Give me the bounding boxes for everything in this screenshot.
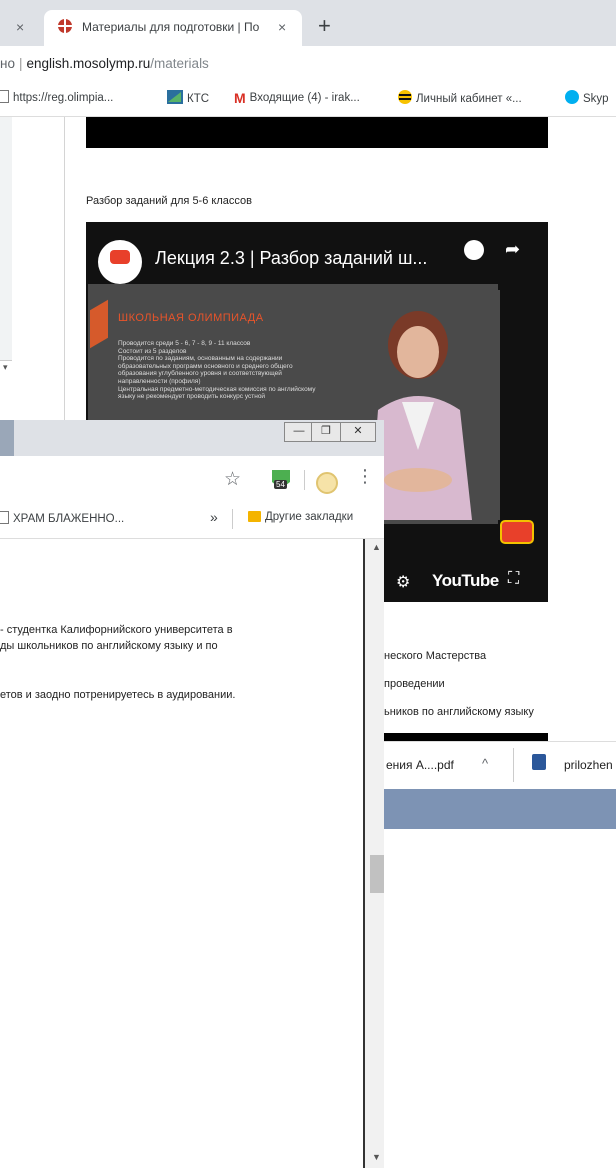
page-text-line: проведении [384, 678, 445, 690]
bookmarks-overflow-button[interactable]: » [210, 509, 218, 525]
toolbar-separator [304, 470, 305, 490]
bookmark-skype[interactable]: Skyp [565, 90, 609, 105]
page-text-line: - студентка Калифорнийского университета… [0, 624, 233, 636]
menu-dots-icon[interactable]: ⋮ [356, 466, 374, 486]
video-title[interactable]: Лекция 2.3 | Разбор заданий ш... [155, 248, 427, 269]
minimize-button[interactable]: — [284, 422, 314, 442]
content-border [64, 117, 65, 427]
next-video-top [384, 733, 548, 741]
scroll-up-icon[interactable]: ▲ [372, 542, 381, 552]
profile-avatar[interactable] [316, 472, 338, 494]
lektorium-watermark-icon [500, 520, 534, 544]
kts-icon [167, 90, 183, 104]
bookmark-khram[interactable]: ХРАМ БЛАЖЕННО... [0, 511, 124, 525]
share-icon[interactable]: ➦ [505, 239, 520, 260]
gmail-icon: M [234, 90, 246, 106]
bookmark-gmail[interactable]: M Входящие (4) - irak... [234, 90, 360, 106]
extension-badge: 54 [274, 480, 287, 489]
lektorium-icon [110, 250, 130, 264]
video-caption: Разбор заданий для 5-6 классов [86, 195, 252, 207]
window-edge [0, 420, 14, 456]
scroll-down-icon[interactable]: ▼ [372, 1152, 381, 1162]
download-separator [513, 748, 514, 782]
slide-line: Состоит из 5 разделов [118, 347, 187, 355]
bookmark-cabinet[interactable]: Личный кабинет «... [398, 90, 522, 105]
fullscreen-icon[interactable]: ⛶ [508, 570, 519, 588]
beeline-icon [398, 90, 412, 104]
download-item-doc[interactable]: prilozhen [564, 758, 613, 772]
security-label: но [0, 56, 15, 71]
bookmark-label: https://reg.olimpia... [13, 92, 114, 104]
uk-flag-favicon-icon [58, 19, 72, 33]
page-text-line: неского Мастерства [384, 650, 487, 662]
slide-line: Центральная предметно-методическая комис… [118, 385, 316, 401]
download-chevron-icon[interactable]: ^ [482, 756, 488, 771]
bookmark-kts[interactable]: КТС [167, 90, 209, 105]
word-doc-icon [532, 754, 546, 770]
slide-line: Проводится по заданиям, основанным на со… [118, 355, 293, 385]
slide-line: Проводится среди 5 - 6, 7 - 8, 9 - 11 кл… [118, 340, 251, 347]
watch-later-icon[interactable] [464, 240, 484, 260]
desktop-taskbar-strip [384, 789, 616, 829]
page-text-line: ды школьников по английскому языку и по [0, 640, 218, 652]
bookmark-label: ХРАМ БЛАЖЕННО... [13, 513, 125, 525]
address-url[interactable]: но | english.mosolymp.ru/materials [0, 56, 209, 71]
download-item-pdf[interactable]: ения А....pdf [386, 758, 454, 772]
new-tab-button[interactable]: + [318, 15, 331, 37]
tab-close-icon[interactable]: × [278, 20, 286, 34]
page-icon [0, 90, 9, 103]
bookmark-separator [232, 509, 233, 529]
bookmark-label: Skyp [583, 93, 609, 105]
slide-heading: ШКОЛЬНАЯ ОЛИМПИАДА [118, 312, 264, 324]
scrollbar-thumb[interactable] [370, 855, 384, 893]
page-text-line: етов и заодно потренируетесь в аудирован… [0, 689, 236, 701]
slide-text: Проводится среди 5 - 6, 7 - 8, 9 - 11 кл… [118, 340, 318, 401]
close-button[interactable]: ✕ [340, 422, 376, 442]
skype-icon [565, 90, 579, 104]
bookmark-reg-olimpia[interactable]: https://reg.olimpia... [0, 90, 113, 104]
tab-title: Материалы для подготовки | По [82, 20, 260, 34]
extension-icon[interactable]: 54 [270, 468, 292, 494]
page-text-line: ьников по английскому языку [384, 706, 534, 718]
left-scroll-arrow[interactable]: ▾ [0, 360, 12, 375]
previous-video-bottom [86, 117, 548, 148]
url-path: /materials [150, 56, 209, 71]
settings-gear-icon[interactable]: ⚙ [396, 572, 410, 592]
bookmark-star-icon[interactable]: ☆ [224, 468, 241, 491]
bookmark-label: Входящие (4) - irak... [249, 92, 360, 104]
tab-previous-close-icon[interactable]: × [16, 20, 24, 34]
url-separator: | [18, 56, 23, 71]
page-icon [0, 511, 9, 524]
bookmark-label: Другие закладки [265, 511, 354, 523]
youtube-logo[interactable]: YouTube [432, 571, 499, 591]
bookmark-label: КТС [187, 93, 210, 105]
bookmark-other[interactable]: Другие закладки [248, 511, 353, 523]
front-scrollbar[interactable] [365, 539, 384, 1168]
url-host: english.mosolymp.ru [26, 56, 151, 71]
bookmark-label: Личный кабинет «... [416, 93, 522, 105]
maximize-button[interactable]: ❐ [311, 422, 341, 442]
folder-icon [248, 511, 261, 522]
left-page-region [0, 117, 12, 372]
